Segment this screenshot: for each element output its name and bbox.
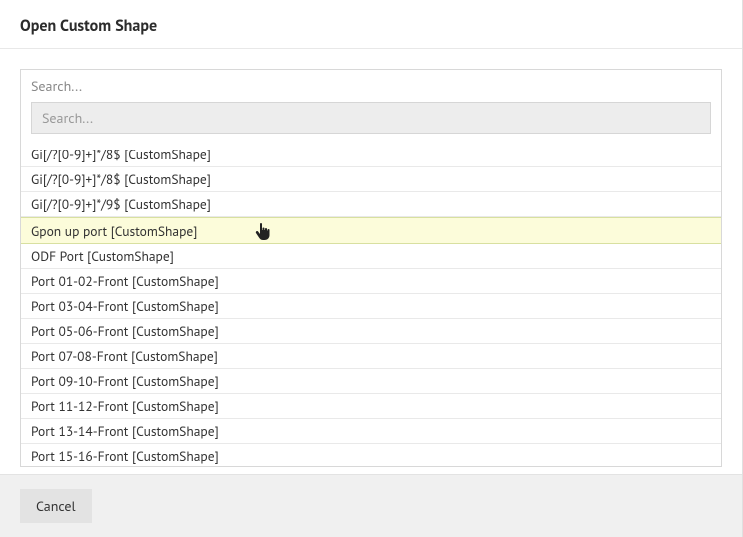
- list-item-label: Gi[/?[0-9]+]*/8$ [CustomShape]: [31, 170, 211, 188]
- list-item-label: Gi[/?[0-9]+]*/9$ [CustomShape]: [31, 195, 211, 213]
- list-item-label: Port 03-04-Front [CustomShape]: [31, 297, 219, 315]
- open-custom-shape-dialog: Open Custom Shape Search... Gi[/?[0-9]+]…: [0, 0, 743, 537]
- search-input[interactable]: [31, 102, 711, 134]
- list-item-label: Gpon up port [CustomShape]: [31, 222, 197, 240]
- dialog-body: Search... Gi[/?[0-9]+]*/8$ [CustomShape]…: [0, 49, 742, 474]
- list-item[interactable]: Gpon up port [CustomShape]: [21, 217, 721, 244]
- list-item[interactable]: Port 15-16-Front [CustomShape]: [21, 444, 721, 466]
- list-item-label: Port 05-06-Front [CustomShape]: [31, 322, 219, 340]
- shape-list[interactable]: Gi[/?[0-9]+]*/8$ [CustomShape] Gi[/?[0-9]…: [21, 142, 721, 466]
- list-item[interactable]: Port 09-10-Front [CustomShape]: [21, 369, 721, 394]
- list-item[interactable]: Port 07-08-Front [CustomShape]: [21, 344, 721, 369]
- list-item[interactable]: ODF Port [CustomShape]: [21, 244, 721, 269]
- list-item[interactable]: Gi[/?[0-9]+]*/8$ [CustomShape]: [21, 167, 721, 192]
- list-item[interactable]: Gi[/?[0-9]+]*/8$ [CustomShape]: [21, 150, 721, 167]
- list-item[interactable]: Port 03-04-Front [CustomShape]: [21, 294, 721, 319]
- dialog-header: Open Custom Shape: [0, 0, 742, 49]
- list-item-label: Port 15-16-Front [CustomShape]: [31, 447, 219, 465]
- list-item-label: Gi[/?[0-9]+]*/8$ [CustomShape]: [31, 150, 211, 163]
- list-item[interactable]: Port 05-06-Front [CustomShape]: [21, 319, 721, 344]
- list-item[interactable]: Port 11-12-Front [CustomShape]: [21, 394, 721, 419]
- search-row: [21, 102, 721, 142]
- list-item-label: Port 13-14-Front [CustomShape]: [31, 422, 219, 440]
- dialog-footer: Cancel: [0, 474, 742, 537]
- list-item-label: ODF Port [CustomShape]: [31, 247, 174, 265]
- scroll-spacer-top: [21, 142, 721, 150]
- shape-listbox: Search... Gi[/?[0-9]+]*/8$ [CustomShape]…: [20, 69, 722, 467]
- list-item-label: Port 01-02-Front [CustomShape]: [31, 272, 219, 290]
- list-item[interactable]: Port 01-02-Front [CustomShape]: [21, 269, 721, 294]
- dialog-title: Open Custom Shape: [20, 16, 722, 36]
- cancel-button[interactable]: Cancel: [20, 489, 92, 523]
- list-item[interactable]: Gi[/?[0-9]+]*/9$ [CustomShape]: [21, 192, 721, 217]
- list-item-label: Port 09-10-Front [CustomShape]: [31, 372, 219, 390]
- pointer-cursor-icon: [255, 223, 271, 241]
- search-label: Search...: [21, 70, 721, 102]
- list-item-label: Port 11-12-Front [CustomShape]: [31, 397, 219, 415]
- list-item[interactable]: Port 13-14-Front [CustomShape]: [21, 419, 721, 444]
- list-item-label: Port 07-08-Front [CustomShape]: [31, 347, 218, 365]
